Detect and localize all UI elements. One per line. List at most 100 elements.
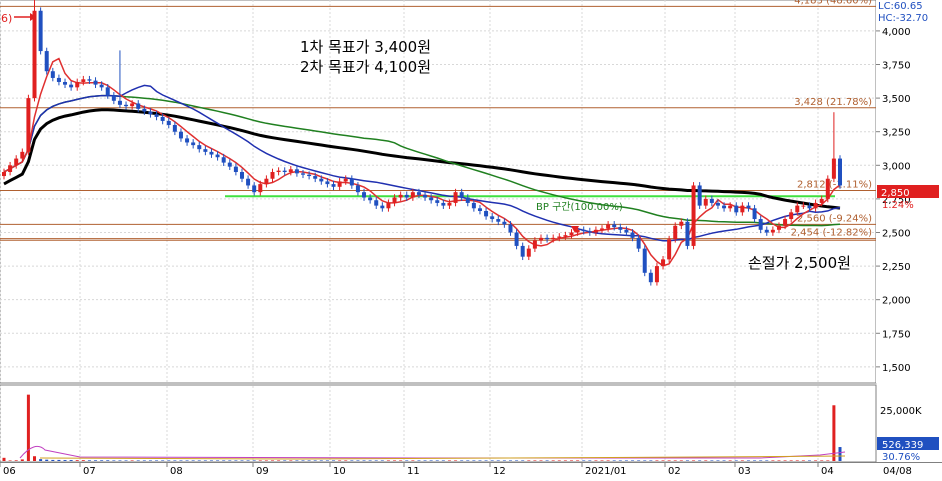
candle-body (166, 120, 171, 125)
candle-body (795, 205, 800, 213)
candle-body (380, 205, 385, 209)
candle-body (520, 245, 525, 257)
volume-bar (94, 460, 98, 461)
volume-bar (112, 460, 116, 461)
candle-body (593, 229, 598, 233)
x-tick-label: 04 (821, 466, 834, 477)
x-tick-label: 03 (738, 466, 751, 477)
volume-bar (240, 460, 244, 461)
x-tick-label: 04/08 (883, 466, 912, 477)
volume-bar (484, 460, 488, 461)
candle-body (203, 149, 208, 152)
candle-body (752, 208, 757, 220)
volume-bar (807, 460, 811, 461)
candle-body (313, 176, 318, 179)
volume-bar (332, 460, 336, 461)
candle-body (325, 181, 330, 185)
volume-bar (826, 460, 830, 461)
volume-bar (362, 460, 366, 461)
volume-bar (405, 460, 409, 461)
candle-body (69, 84, 74, 88)
current-price: 2,850 (881, 188, 910, 199)
volume-bar (551, 460, 555, 461)
volume-bar (704, 460, 708, 461)
volume-bar (252, 460, 256, 461)
candle-body (429, 197, 434, 201)
candle-body (227, 162, 232, 167)
volume-bar (45, 459, 49, 461)
candle-body (563, 235, 568, 237)
volume-bar (264, 460, 268, 461)
volume-bar (8, 460, 12, 461)
volume-bar (746, 460, 750, 461)
candle-body (648, 272, 653, 283)
price-line-label: 4,183 (48.60%) (794, 0, 872, 6)
volume-bar (588, 460, 592, 461)
volume-bar (441, 460, 445, 461)
candle-body (679, 221, 684, 226)
volume-bar (234, 460, 238, 461)
candle-body (667, 239, 672, 260)
candle-body (75, 81, 80, 88)
volume-bar (454, 460, 458, 461)
candle-body (471, 202, 476, 209)
volume-bar (490, 460, 494, 461)
volume-bar (527, 460, 531, 461)
candle-body (307, 174, 312, 177)
candle-body (172, 124, 177, 132)
candle-body (398, 194, 403, 198)
candle-body (465, 197, 470, 203)
candle-body (99, 84, 104, 88)
volume-bar (325, 460, 329, 461)
candle-body (276, 170, 281, 173)
volume-bar (606, 460, 610, 461)
volume-bar (228, 460, 232, 461)
candle-body (807, 205, 812, 209)
volume-bar (313, 460, 317, 461)
volume-bar (222, 460, 226, 461)
candle-body (221, 157, 226, 163)
volume-bar (142, 460, 146, 461)
candle-body (447, 202, 452, 206)
y-tick-label: 2,000 (882, 296, 911, 307)
volume-bar (814, 460, 818, 461)
candle-body (435, 200, 440, 203)
volume-bar (289, 460, 293, 461)
candle-body (105, 87, 110, 96)
candle-body (764, 229, 769, 233)
candle-body (587, 231, 592, 233)
volume-bar (692, 460, 696, 461)
volume-bar (216, 460, 220, 461)
candle-body (362, 192, 367, 198)
candle-body (343, 178, 348, 182)
candle-body (301, 173, 306, 175)
volume-bar (417, 460, 421, 461)
volume-bar (618, 460, 622, 461)
y-tick-label: 1,500 (882, 363, 911, 374)
volume-bar (673, 460, 677, 461)
candle-body (722, 205, 727, 209)
candle-body (154, 114, 159, 117)
candle-body (81, 79, 86, 82)
volume-bar (600, 460, 604, 461)
candle-body (490, 216, 495, 220)
candle-body (392, 197, 397, 203)
volume-bar (106, 460, 110, 461)
candle-body (14, 158, 19, 166)
volume-bar (185, 460, 189, 461)
candle-body (44, 51, 49, 72)
x-tick-label: 10 (333, 466, 346, 477)
bp-zone-label: BP 구간(100.00%) (536, 201, 623, 213)
volume-bar (344, 460, 348, 461)
volume-bar (319, 460, 323, 461)
volume-bar (203, 460, 207, 461)
volume-bar (466, 460, 470, 461)
volume-bar (777, 460, 781, 461)
volume-bar (270, 460, 274, 461)
volume-bar (14, 460, 18, 461)
volume-bar (649, 460, 653, 461)
stock-chart[interactable]: 1,5001,7502,0002,2502,5002,7503,0003,250… (0, 0, 942, 477)
x-tick-label: 2021/01 (585, 466, 627, 477)
candle-body (2, 172, 6, 177)
volume-bar (643, 460, 647, 461)
